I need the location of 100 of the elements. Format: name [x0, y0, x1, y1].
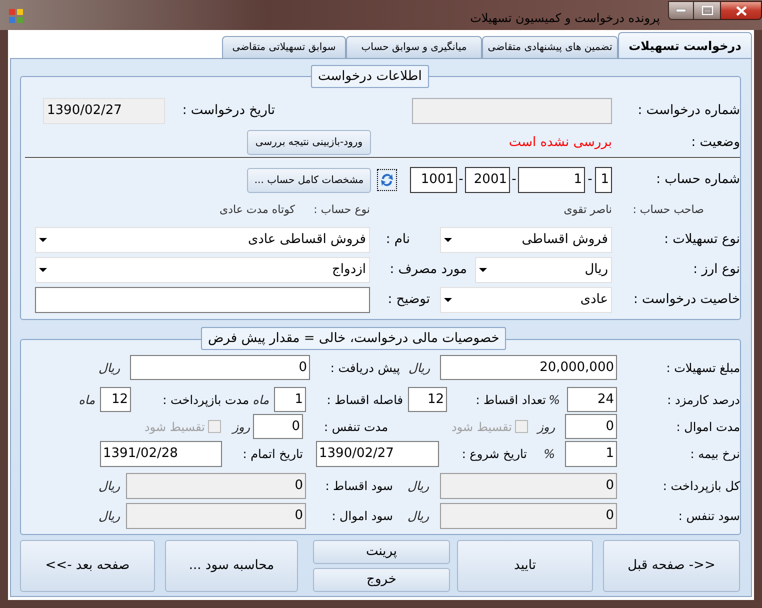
unit-text: %	[543, 446, 555, 463]
unit-text: ریال	[406, 508, 429, 525]
input-field[interactable]: 0	[440, 503, 617, 529]
maximize-button[interactable]	[694, 1, 720, 20]
field-label: مدت تنفس :	[322, 418, 388, 436]
field-label: وضعیت :	[690, 134, 740, 152]
input-field[interactable]: 1	[565, 441, 617, 467]
field-label: تعداد اقساط :	[474, 392, 546, 408]
account-type-text: کوتاه مدت عادی	[218, 202, 295, 218]
unit-text: ریال	[407, 360, 430, 376]
field-label: سود اقساط :	[324, 478, 393, 495]
action-button[interactable]: محاسبه سود ...	[165, 540, 298, 592]
field-label: خاصیت درخواست :	[632, 291, 740, 310]
tab[interactable]: میانگیری و سوابق حساب	[346, 36, 482, 58]
input-field[interactable]: 1390/02/27	[43, 98, 165, 124]
maximize-icon	[702, 6, 712, 15]
unit-text: ریال	[97, 478, 120, 495]
tab[interactable]: درخواست تسهیلات	[618, 32, 752, 58]
input-field[interactable]: 12	[100, 387, 131, 412]
field-label: شماره حساب :	[655, 171, 740, 190]
action-button[interactable]: صفحه بعد ->>	[20, 540, 155, 592]
input-field[interactable]: 1390/02/27	[316, 441, 439, 467]
refresh-icon	[379, 172, 395, 188]
caret-icon	[39, 268, 47, 272]
checkbox-label: تقسیط شود	[144, 418, 205, 436]
separator-text: -	[458, 171, 464, 190]
unit-text: ریال	[406, 478, 429, 495]
caret-icon	[479, 268, 487, 272]
field-label: نام :	[384, 231, 410, 250]
app-icon	[8, 8, 24, 24]
field-label: فاصله اقساط :	[326, 392, 403, 408]
input-field[interactable]	[412, 98, 612, 124]
field-label: شماره درخواست :	[636, 102, 740, 120]
dropdown[interactable]: ازدواج	[35, 257, 370, 283]
field-label: مبلغ تسهیلات :	[665, 360, 740, 376]
unit-text: ماه	[78, 392, 95, 408]
input-field[interactable]: 0	[126, 473, 306, 499]
field-label: توضیح :	[386, 291, 430, 310]
status-text: بررسی نشده است	[508, 134, 612, 152]
input-field[interactable]	[35, 287, 370, 313]
unit-text: روز	[536, 418, 555, 436]
review-button[interactable]: ورود-بازبینی نتیجه بررسی	[247, 130, 371, 155]
input-field[interactable]: 1	[595, 167, 612, 193]
action-button[interactable]: <<- صفحه قبل	[603, 540, 740, 592]
field-label: تاریخ اتمام :	[242, 446, 303, 463]
field-label: مورد مصرف :	[388, 261, 467, 280]
close-button[interactable]	[720, 1, 762, 20]
unit-text: ریال	[97, 508, 120, 525]
unit-text: ریال	[97, 360, 120, 376]
dropdown[interactable]: فروش اقساطی	[440, 227, 612, 253]
input-field[interactable]: 0	[126, 503, 306, 529]
window-title: پرونده درخواست و کمیسیون تسهیلات	[470, 10, 660, 27]
group-title: خصوصیات مالی درخواست، خالی = مقدار پیش فرض	[201, 327, 506, 350]
input-field[interactable]: 0	[253, 414, 303, 439]
checkbox-label: تقسیط شود	[451, 418, 512, 436]
input-field[interactable]: 2001	[465, 167, 510, 193]
tab[interactable]: تضمین های پیشنهادی متقاضی	[482, 36, 618, 58]
account-holder-text: ناصر تقوی	[562, 202, 612, 218]
unit-text: ماه	[253, 392, 269, 408]
input-field[interactable]: 24	[567, 387, 617, 412]
input-field[interactable]: 20,000,000	[440, 355, 617, 380]
field-label: کل بازپرداخت :	[662, 478, 740, 495]
unit-text: روز	[233, 418, 250, 436]
caret-icon	[39, 238, 47, 242]
caret-icon	[444, 298, 452, 302]
field-label: مدت بازپرداخت :	[162, 392, 249, 408]
field-label: نوع ارز :	[692, 261, 740, 280]
dropdown[interactable]: عادی	[440, 287, 612, 313]
dropdown[interactable]: فروش اقساطی عادی	[35, 227, 370, 253]
caret-icon	[444, 238, 452, 242]
input-field[interactable]: 1391/02/28	[100, 441, 222, 467]
dropdown[interactable]: ریال	[475, 257, 612, 283]
field-label: سود تنفس :	[677, 508, 740, 525]
separator-text: -	[586, 171, 594, 190]
field-label: سود اموال :	[330, 508, 393, 525]
input-field[interactable]: 12	[408, 387, 447, 412]
field-label: مدت اموال :	[675, 418, 740, 436]
action-button[interactable]: تایید	[457, 540, 593, 592]
input-field[interactable]: 0	[130, 355, 310, 380]
field-label: صاحب حساب :	[632, 202, 704, 218]
field-label: نوع تسهیلات :	[663, 231, 740, 250]
account-details-button[interactable]: مشخصات کامل حساب ...	[247, 168, 371, 192]
field-label: نرخ بیمه :	[689, 446, 740, 463]
input-field[interactable]: 1	[518, 167, 585, 193]
tab[interactable]: سوابق تسهیلاتی متقاضی	[222, 36, 346, 58]
minimize-icon	[676, 9, 686, 12]
unit-text: %	[548, 392, 560, 408]
separator-text: -	[510, 171, 518, 190]
field-label: نوع حساب :	[312, 202, 370, 218]
action-button[interactable]: پرینت	[313, 540, 450, 564]
refresh-button[interactable]	[377, 169, 397, 191]
action-button[interactable]: خروج	[313, 568, 450, 592]
input-field[interactable]: 0	[565, 414, 617, 439]
input-field[interactable]: 0	[440, 473, 617, 499]
field-label: پیش دریافت :	[329, 360, 400, 376]
minimize-button[interactable]	[668, 1, 694, 20]
close-icon	[736, 6, 746, 16]
field-label: درصد کارمزد :	[666, 392, 740, 408]
input-field[interactable]: 1	[274, 387, 306, 412]
input-field[interactable]: 1001	[410, 167, 457, 193]
